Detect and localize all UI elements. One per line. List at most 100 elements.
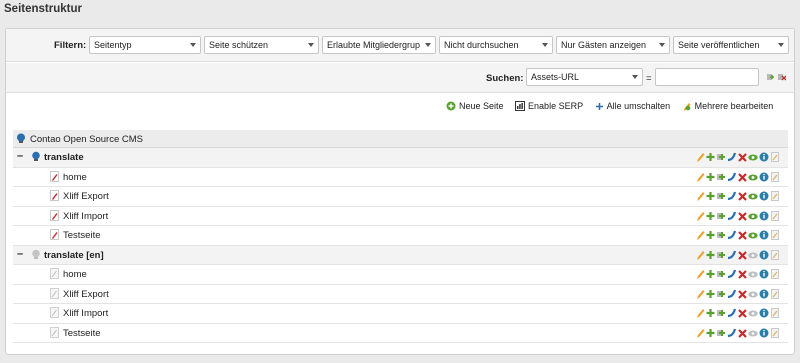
cut-icon[interactable] xyxy=(727,268,737,280)
new-after-icon[interactable] xyxy=(706,288,715,300)
invisible-icon[interactable] xyxy=(748,307,758,319)
edit-icon[interactable] xyxy=(696,210,705,222)
info-icon[interactable] xyxy=(759,249,769,261)
delete-icon[interactable] xyxy=(738,190,747,202)
filter-select-no-search[interactable]: Nicht durchsuchen xyxy=(439,36,553,54)
filter-select-published[interactable]: Seite veröffentlichen xyxy=(673,36,789,54)
delete-icon[interactable] xyxy=(738,151,747,163)
article-icon[interactable] xyxy=(770,268,780,280)
tree-page-row[interactable]: Xliff Import xyxy=(13,207,788,226)
invisible-icon[interactable] xyxy=(748,249,758,261)
article-icon[interactable] xyxy=(770,288,780,300)
filter-select-groups[interactable]: Erlaubte Mitgliedergrup xyxy=(322,36,436,54)
cut-icon[interactable] xyxy=(727,151,737,163)
visible-icon[interactable] xyxy=(748,229,758,241)
article-icon[interactable] xyxy=(770,210,780,222)
article-icon[interactable] xyxy=(770,307,780,319)
cut-icon[interactable] xyxy=(727,307,737,319)
edit-icon[interactable] xyxy=(696,171,705,183)
info-icon[interactable] xyxy=(759,327,769,339)
new-into-icon[interactable] xyxy=(716,190,726,202)
edit-icon[interactable] xyxy=(696,327,705,339)
new-after-icon[interactable] xyxy=(706,268,715,280)
delete-icon[interactable] xyxy=(738,307,747,319)
new-into-icon[interactable] xyxy=(716,151,726,163)
edit-icon[interactable] xyxy=(696,190,705,202)
tree-page-row[interactable]: Xliff Export xyxy=(13,187,788,207)
filter-select-page-type[interactable]: Seitentyp xyxy=(89,36,201,54)
tree-page-row[interactable]: Xliff Export xyxy=(13,285,788,304)
edit-icon[interactable] xyxy=(696,229,705,241)
new-after-icon[interactable] xyxy=(706,327,715,339)
new-after-icon[interactable] xyxy=(706,307,715,319)
new-into-icon[interactable] xyxy=(716,249,726,261)
edit-icon[interactable] xyxy=(696,307,705,319)
delete-icon[interactable] xyxy=(738,327,747,339)
info-icon[interactable] xyxy=(759,151,769,163)
new-into-icon[interactable] xyxy=(716,327,726,339)
cut-icon[interactable] xyxy=(727,190,737,202)
new-after-icon[interactable] xyxy=(706,249,715,261)
invisible-icon[interactable] xyxy=(748,268,758,280)
tree-group-row[interactable]: – translate xyxy=(13,148,788,168)
delete-icon[interactable] xyxy=(738,229,747,241)
article-icon[interactable] xyxy=(770,171,780,183)
tree-page-row[interactable]: Testseite xyxy=(13,226,788,246)
info-icon[interactable] xyxy=(759,210,769,222)
new-after-icon[interactable] xyxy=(706,229,715,241)
new-into-icon[interactable] xyxy=(716,307,726,319)
cut-icon[interactable] xyxy=(727,249,737,261)
cut-icon[interactable] xyxy=(727,229,737,241)
tree-group-row[interactable]: – translate [en] xyxy=(13,245,788,265)
new-into-icon[interactable] xyxy=(716,171,726,183)
new-after-icon[interactable] xyxy=(706,190,715,202)
tree-page-row[interactable]: home xyxy=(13,168,788,187)
add-filter-icon[interactable] xyxy=(765,72,774,82)
collapse-toggle[interactable]: – xyxy=(17,248,23,260)
filter-select-guests[interactable]: Nur Gästen anzeigen xyxy=(556,36,670,54)
edit-icon[interactable] xyxy=(696,249,705,261)
article-icon[interactable] xyxy=(770,249,780,261)
visible-icon[interactable] xyxy=(748,190,758,202)
new-into-icon[interactable] xyxy=(716,210,726,222)
visible-icon[interactable] xyxy=(748,171,758,183)
tree-page-row[interactable]: Testseite xyxy=(13,324,788,343)
visible-icon[interactable] xyxy=(748,151,758,163)
tree-page-row[interactable]: Xliff Import xyxy=(13,304,788,324)
info-icon[interactable] xyxy=(759,288,769,300)
search-input[interactable] xyxy=(655,68,759,86)
filter-select-protected[interactable]: Seite schützen xyxy=(204,36,319,54)
search-field-select[interactable]: Assets-URL xyxy=(526,68,643,86)
cut-icon[interactable] xyxy=(727,210,737,222)
cut-icon[interactable] xyxy=(727,327,737,339)
delete-icon[interactable] xyxy=(738,288,747,300)
delete-icon[interactable] xyxy=(738,268,747,280)
new-into-icon[interactable] xyxy=(716,268,726,280)
edit-icon[interactable] xyxy=(696,288,705,300)
collapse-toggle[interactable]: – xyxy=(17,150,23,162)
info-icon[interactable] xyxy=(759,190,769,202)
enable-serp-button[interactable]: Enable SERP xyxy=(515,101,583,111)
invisible-icon[interactable] xyxy=(748,288,758,300)
new-after-icon[interactable] xyxy=(706,151,715,163)
new-after-icon[interactable] xyxy=(706,210,715,222)
article-icon[interactable] xyxy=(770,190,780,202)
article-icon[interactable] xyxy=(770,327,780,339)
info-icon[interactable] xyxy=(759,307,769,319)
toggle-all-button[interactable]: Alle umschalten xyxy=(595,101,670,111)
delete-icon[interactable] xyxy=(738,249,747,261)
new-into-icon[interactable] xyxy=(716,288,726,300)
visible-icon[interactable] xyxy=(748,210,758,222)
info-icon[interactable] xyxy=(759,171,769,183)
edit-icon[interactable] xyxy=(696,151,705,163)
info-icon[interactable] xyxy=(759,268,769,280)
new-after-icon[interactable] xyxy=(706,171,715,183)
tree-page-row[interactable]: home xyxy=(13,265,788,285)
new-page-button[interactable]: Neue Seite xyxy=(446,101,504,111)
new-into-icon[interactable] xyxy=(716,229,726,241)
cut-icon[interactable] xyxy=(727,288,737,300)
edit-multiple-button[interactable]: Mehrere bearbeiten xyxy=(682,101,773,111)
article-icon[interactable] xyxy=(770,229,780,241)
delete-icon[interactable] xyxy=(738,171,747,183)
invisible-icon[interactable] xyxy=(748,327,758,339)
